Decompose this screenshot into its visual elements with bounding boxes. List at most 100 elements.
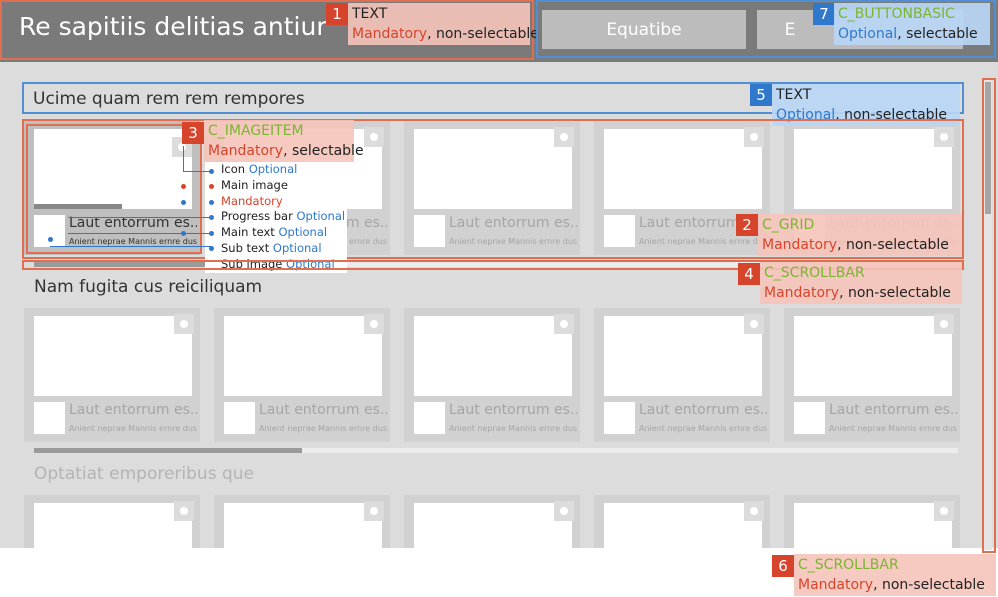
item-sub-text: Anient neprae Mannis ernre dus aui xyxy=(639,424,767,433)
item-icon xyxy=(174,314,194,334)
annotation-badge-1: 1 xyxy=(326,3,348,25)
image-item[interactable] xyxy=(784,495,960,548)
annotation-label-6: C_SCROLLBAR Mandatory, non-selectable xyxy=(794,554,996,596)
leader-line xyxy=(183,171,211,172)
leader-line xyxy=(183,146,184,171)
annotation-badge-6: 6 xyxy=(772,555,794,577)
annotation-badge-5: 5 xyxy=(750,84,772,106)
part-sub-text-label: Sub text xyxy=(221,240,270,255)
annotation-box-6 xyxy=(982,78,996,553)
item-main-text: Laut entorrum es... xyxy=(449,402,577,418)
annotation-sel: , non-selectable xyxy=(427,26,539,42)
annotation-type: TEXT xyxy=(776,87,812,103)
annotation-req: Mandatory xyxy=(762,237,838,253)
item-main-text: Laut entorrum es... xyxy=(69,402,197,418)
annotation-label-3: C_IMAGEITEM Mandatory, selectable xyxy=(204,120,364,162)
image-item[interactable] xyxy=(214,495,390,548)
annotation-sel: , non-selectable xyxy=(873,577,985,593)
item-icon xyxy=(364,314,384,334)
annotation-req: Mandatory xyxy=(352,26,428,42)
main-image xyxy=(604,503,762,548)
part-sub-text-req: Optional xyxy=(272,240,322,255)
leader-line xyxy=(68,233,211,234)
part-main-text-label: Main text xyxy=(221,225,275,240)
scrollbar-thumb[interactable] xyxy=(34,448,302,453)
leader-dot xyxy=(209,215,214,220)
annotation-box-3 xyxy=(26,124,202,254)
main-image xyxy=(224,316,382,396)
image-item[interactable]: Laut entorrum es... Anient neprae Mannis… xyxy=(404,308,580,442)
part-main-image-label: Main image xyxy=(221,177,288,192)
sub-image xyxy=(414,402,445,434)
main-image xyxy=(414,503,572,548)
annotation-label-2: C_GRID Mandatory, non-selectable xyxy=(758,214,962,256)
image-item[interactable] xyxy=(24,495,200,548)
sub-image xyxy=(34,402,65,434)
main-image xyxy=(604,316,762,396)
leader-dot xyxy=(209,169,214,174)
item-icon xyxy=(364,501,384,521)
sub-image xyxy=(604,402,635,434)
annotation-sel: , selectable xyxy=(897,26,978,42)
annotation-type: C_BUTTONBASIC xyxy=(838,6,955,22)
leader-dot xyxy=(181,200,186,205)
leader-line xyxy=(68,217,211,218)
item-sub-text: Anient neprae Mannis ernre dus aui xyxy=(69,424,197,433)
leader-dot xyxy=(209,231,214,236)
annotation-req: Optional xyxy=(838,26,898,42)
main-image xyxy=(794,316,952,396)
image-item[interactable]: Laut entorrum es... Anient neprae Mannis… xyxy=(214,308,390,442)
annotation-label-7: C_BUTTONBASIC Optional, selectable xyxy=(834,3,990,45)
item-main-text: Laut entorrum es... xyxy=(639,402,767,418)
annotation-req: Mandatory xyxy=(208,143,284,159)
image-item[interactable] xyxy=(404,495,580,548)
annotation-badge-4: 4 xyxy=(738,263,760,285)
leader-dot xyxy=(48,237,53,242)
annotation-sel: , non-selectable xyxy=(839,285,951,301)
sub-image xyxy=(224,402,255,434)
item-sub-text: Anient neprae Mannis ernre dus aui xyxy=(829,424,957,433)
image-item[interactable]: Laut entorrum es... Anient neprae Mannis… xyxy=(24,308,200,442)
part-icon-label: Icon xyxy=(221,162,246,176)
image-item-parts-legend: Icon Optional Main image Mandatory Progr… xyxy=(205,162,347,273)
main-image xyxy=(414,316,572,396)
annotation-badge-7: 7 xyxy=(813,3,835,25)
leader-dot xyxy=(209,200,214,205)
annotation-type: C_SCROLLBAR xyxy=(798,557,899,573)
annotation-type: C_GRID xyxy=(762,217,815,233)
part-main-image-req: Mandatory xyxy=(221,193,283,208)
annotation-sel: , selectable xyxy=(283,143,364,159)
annotation-type: TEXT xyxy=(352,6,388,22)
section-title-3: Optatiat emporeribus que xyxy=(34,464,254,484)
item-main-text: Laut entorrum es... xyxy=(829,402,957,418)
annotation-sel: , non-selectable xyxy=(837,237,949,253)
item-sub-text: Anient neprae Mannis ernre dus aui xyxy=(259,424,387,433)
annotation-label-1: TEXT Mandatory, non-selectable xyxy=(348,3,539,45)
annotation-badge-3: 3 xyxy=(182,122,204,144)
leader-dot xyxy=(181,231,186,236)
item-icon xyxy=(744,501,764,521)
leader-dot xyxy=(181,184,186,189)
item-icon xyxy=(934,501,954,521)
part-main-text-req: Optional xyxy=(278,225,328,240)
part-progress-label: Progress bar xyxy=(221,209,293,224)
image-item[interactable]: Laut entorrum es... Anient neprae Mannis… xyxy=(784,308,960,442)
leader-dot xyxy=(209,184,214,189)
row-scrollbar-2[interactable] xyxy=(34,448,958,453)
item-icon xyxy=(554,501,574,521)
image-item[interactable]: Laut entorrum es... Anient neprae Mannis… xyxy=(594,308,770,442)
part-progress-req: Optional xyxy=(296,209,346,224)
annotation-label-4: C_SCROLLBAR Mandatory, non-selectable xyxy=(760,262,962,304)
item-icon xyxy=(934,314,954,334)
image-item[interactable] xyxy=(594,495,770,548)
item-icon xyxy=(554,314,574,334)
leader-line xyxy=(50,246,211,247)
item-main-text: Laut entorrum es... xyxy=(259,402,387,418)
sub-image xyxy=(794,402,825,434)
annotation-req: Mandatory xyxy=(798,577,874,593)
annotation-type: C_IMAGEITEM xyxy=(208,123,304,139)
item-icon xyxy=(174,501,194,521)
main-image xyxy=(794,503,952,548)
main-image xyxy=(34,503,192,548)
item-sub-text: Anient neprae Mannis ernre dus aui xyxy=(449,424,577,433)
